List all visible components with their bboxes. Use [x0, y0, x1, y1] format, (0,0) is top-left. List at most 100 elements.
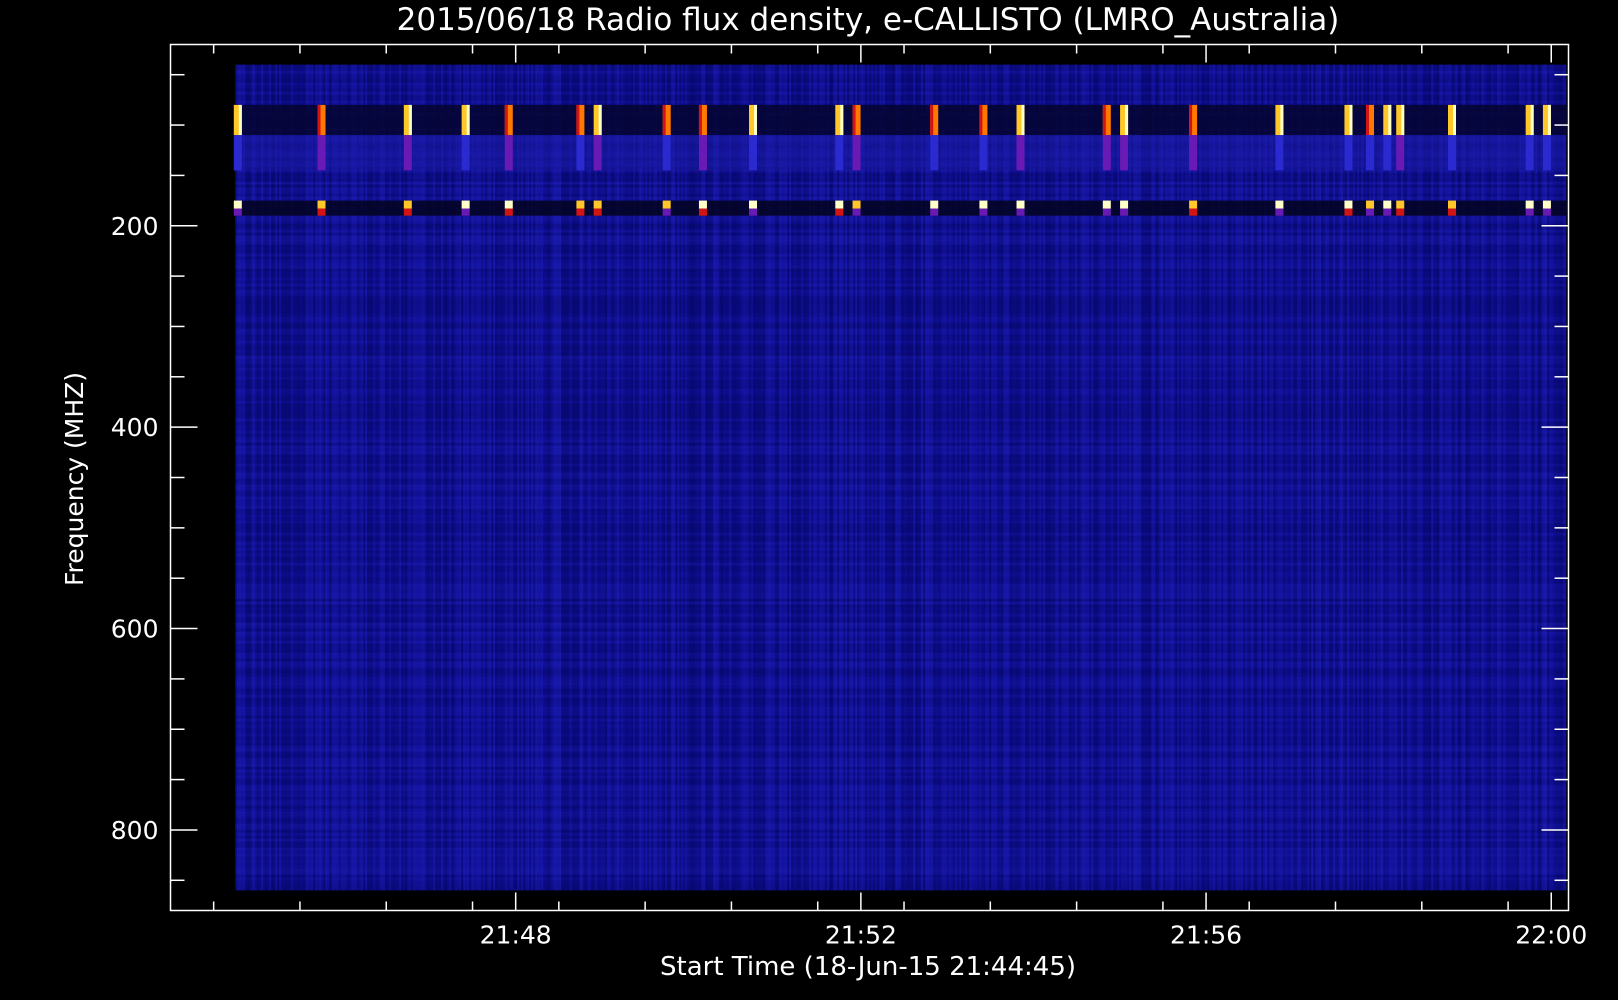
burst-lower — [1275, 200, 1284, 209]
noise-row — [235, 763, 1566, 767]
noise-row — [235, 367, 1566, 371]
noise-row — [235, 238, 1566, 242]
burst-upper-streak — [930, 104, 934, 136]
noise-row — [235, 337, 1566, 341]
noise-row — [235, 91, 1566, 95]
noise-row — [235, 550, 1566, 554]
noise-row — [235, 814, 1566, 818]
noise-row — [235, 373, 1566, 377]
burst-echo — [852, 135, 861, 171]
noise-row — [235, 625, 1566, 629]
noise-row — [235, 76, 1566, 80]
noise-row — [235, 97, 1566, 101]
burst-lower-edge — [1344, 208, 1353, 216]
noise-row — [235, 862, 1566, 866]
noise-row — [235, 820, 1566, 824]
noise-row — [235, 805, 1566, 809]
burst-lower — [979, 200, 988, 209]
noise-row — [235, 646, 1566, 650]
noise-row — [235, 880, 1566, 884]
burst-echo — [835, 135, 844, 171]
noise-row — [235, 784, 1566, 788]
noise-row — [235, 79, 1566, 83]
burst-upper-streak — [1530, 104, 1534, 136]
noise-row — [235, 883, 1566, 887]
burst-lower-edge — [852, 208, 861, 216]
noise-row — [235, 463, 1566, 467]
noise-row — [235, 691, 1566, 695]
noise-row — [235, 415, 1566, 419]
noise-row — [235, 523, 1566, 527]
noise-row — [235, 190, 1566, 194]
noise-row — [235, 505, 1566, 509]
noise-row — [235, 679, 1566, 683]
noise-row — [235, 745, 1566, 749]
burst-lower-edge — [1120, 208, 1129, 216]
burst-upper-streak — [317, 104, 321, 136]
burst-upper-streak — [1102, 104, 1106, 136]
noise-row — [235, 856, 1566, 860]
noise-row — [235, 823, 1566, 827]
burst-echo — [593, 135, 602, 171]
noise-row — [235, 604, 1566, 608]
noise-row — [235, 778, 1566, 782]
noise-row — [235, 613, 1566, 617]
noise-row — [235, 196, 1566, 200]
y-tick-label: 800 — [111, 816, 159, 845]
burst-lower-edge — [1383, 208, 1392, 216]
noise-row — [235, 298, 1566, 302]
noise-row — [235, 193, 1566, 197]
noise-row — [235, 838, 1566, 842]
burst-upper-streak — [598, 104, 602, 136]
noise-row — [235, 307, 1566, 311]
noise-row — [235, 844, 1566, 848]
noise-row — [235, 406, 1566, 410]
noise-row — [235, 394, 1566, 398]
noise-row — [235, 766, 1566, 770]
noise-row — [235, 673, 1566, 677]
noise-row — [235, 556, 1566, 560]
noise-row — [235, 793, 1566, 797]
noise-row — [235, 568, 1566, 572]
burst-echo — [1366, 135, 1375, 171]
noise-row — [235, 397, 1566, 401]
burst-lower — [1383, 200, 1392, 209]
noise-row — [235, 499, 1566, 503]
noise-row — [235, 271, 1566, 275]
noise-row — [235, 250, 1566, 254]
burst-upper-streak — [1366, 104, 1370, 136]
noise-row — [235, 85, 1566, 89]
noise-row — [235, 481, 1566, 485]
burst-lower-edge — [698, 208, 707, 216]
noise-row — [235, 835, 1566, 839]
burst-echo — [576, 135, 585, 171]
noise-row — [235, 700, 1566, 704]
noise-row — [235, 67, 1566, 71]
noise-row — [235, 283, 1566, 287]
noise-row — [235, 847, 1566, 851]
noise-row — [235, 514, 1566, 518]
x-axis-label: Start Time (18-Jun-15 21:44:45) — [660, 952, 1076, 982]
noise-row — [235, 421, 1566, 425]
noise-row — [235, 754, 1566, 758]
noise-row — [235, 241, 1566, 245]
burst-echo — [698, 135, 707, 171]
noise-row — [235, 532, 1566, 536]
noise-row — [235, 247, 1566, 251]
burst-upper-streak — [1453, 104, 1456, 136]
burst-upper-streak — [1547, 104, 1551, 136]
burst-lower-edge — [1366, 208, 1375, 216]
noise-row — [235, 469, 1566, 473]
burst-lower-edge — [1542, 208, 1551, 216]
noise-row — [235, 640, 1566, 644]
noise-row — [235, 340, 1566, 344]
spectrogram-chart: 2015/06/18 Radio flux density, e-CALLIST… — [0, 0, 1618, 1000]
noise-row — [235, 517, 1566, 521]
noise-row — [235, 871, 1566, 875]
noise-row — [235, 304, 1566, 308]
noise-row — [235, 289, 1566, 293]
burst-echo — [1102, 135, 1111, 171]
noise-row — [235, 403, 1566, 407]
noise-row — [235, 442, 1566, 446]
noise-row — [235, 724, 1566, 728]
